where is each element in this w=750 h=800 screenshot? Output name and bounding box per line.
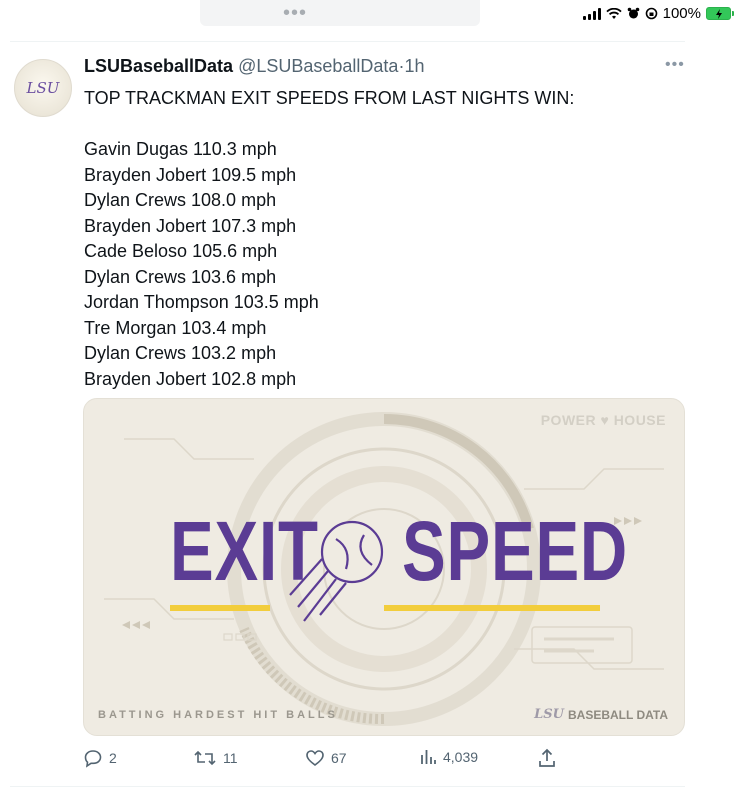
list-item: Brayden Jobert 109.5 mph xyxy=(84,164,297,185)
baseball-data-label: BASEBALL DATA xyxy=(568,707,668,722)
accent-bar-left xyxy=(170,605,270,611)
list-item: Gavin Dugas 110.3 mph xyxy=(84,139,277,159)
avatar[interactable]: LSU xyxy=(14,59,72,117)
speed-word: SPEED xyxy=(402,504,629,598)
avatar-logo: LSU xyxy=(26,79,60,97)
tweet-time[interactable]: 1h xyxy=(404,56,424,76)
wifi-icon xyxy=(605,7,622,19)
list-item: Brayden Jobert 107.3 mph xyxy=(84,215,297,236)
like-count: 67 xyxy=(331,750,347,766)
list-item: Cade Beloso 105.6 mph xyxy=(84,241,278,261)
rotation-lock-icon xyxy=(645,7,657,20)
author-handle[interactable]: @LSUBaseballData xyxy=(238,56,398,76)
retweet-count: 11 xyxy=(223,750,238,766)
image-caption: BATTING HARDEST HIT BALLS xyxy=(98,709,338,721)
powerhouse-logo: POWER ♥ HOUSE xyxy=(540,412,666,428)
list-item: Dylan Crews 108.0 mph xyxy=(84,190,277,210)
list-item: Dylan Crews 103.2 mph xyxy=(84,343,277,363)
views-count: 4,039 xyxy=(443,749,479,765)
tweet-headline: TOP TRACKMAN EXIT SPEEDS FROM LAST NIGHT… xyxy=(84,88,575,108)
baseball-data-logo: LSU BASEBALL DATA xyxy=(534,707,668,722)
retweet-icon xyxy=(194,750,216,766)
status-bar: ••• 100% xyxy=(0,0,750,30)
tweet-image[interactable]: POWER ♥ HOUSE EXIT SPEED BATTING HARDEST… xyxy=(83,398,685,736)
tweet-actions: 2 11 67 4,039 xyxy=(83,748,563,770)
tweet-text: TOP TRACKMAN EXIT SPEEDS FROM LAST NIGHT… xyxy=(84,86,684,392)
list-item: Dylan Crews 103.6 mph xyxy=(84,266,277,287)
battery-icon xyxy=(706,7,734,20)
reply-icon xyxy=(84,750,102,768)
cellular-signal-icon xyxy=(582,7,601,20)
divider xyxy=(10,786,685,787)
heart-icon xyxy=(306,750,324,767)
divider xyxy=(10,41,685,42)
views-icon xyxy=(421,750,436,764)
accent-bar-right xyxy=(384,605,600,611)
lsu-mark: LSU xyxy=(534,707,564,722)
like-button[interactable]: 67 xyxy=(305,748,347,768)
views-button[interactable]: 4,039 xyxy=(419,748,478,766)
reply-button[interactable]: 2 xyxy=(83,748,117,768)
share-button[interactable] xyxy=(538,748,556,768)
status-indicators: 100% xyxy=(582,5,734,22)
multitask-dots[interactable]: ••• xyxy=(283,2,307,25)
reply-count: 2 xyxy=(109,750,117,766)
author-name[interactable]: LSUBaseballData xyxy=(84,56,233,76)
share-icon xyxy=(539,748,555,767)
retweet-button[interactable]: 11 xyxy=(193,748,238,768)
more-options-icon[interactable]: ••• xyxy=(665,56,685,74)
alarm-icon xyxy=(627,7,639,19)
list-item: Brayden Jobert 102.8 mph xyxy=(84,368,297,389)
battery-percent: 100% xyxy=(662,5,701,22)
exit-word: EXIT xyxy=(170,504,319,598)
tweet-header: LSUBaseballData @LSUBaseballData·1h xyxy=(84,56,424,77)
list-item: Jordan Thompson 103.5 mph xyxy=(84,292,319,312)
top-pill xyxy=(200,0,480,26)
list-item: Tre Morgan 103.4 mph xyxy=(84,317,267,338)
exit-speed-list: Gavin Dugas 110.3 mph Brayden Jobert 109… xyxy=(84,137,684,392)
